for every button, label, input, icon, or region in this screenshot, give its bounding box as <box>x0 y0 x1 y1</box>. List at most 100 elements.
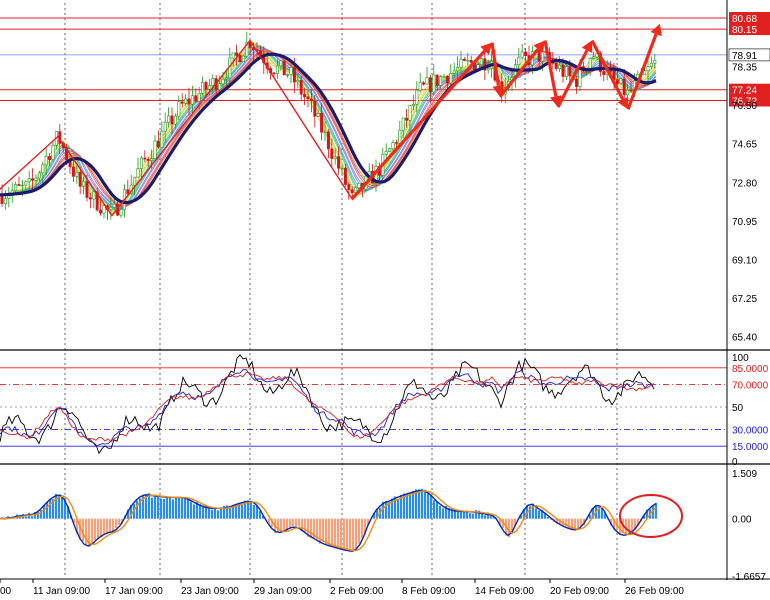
candle-body <box>180 101 184 104</box>
candle-body <box>92 191 96 200</box>
candle-body <box>554 62 558 69</box>
macd-histogram-bar <box>414 489 418 519</box>
chart-window: 80.68 80.15 78.91 78.35 77.24 76.72 76.50 74.65… <box>0 0 770 600</box>
candle-body <box>20 184 24 187</box>
macd-tick-label: 0.00 <box>732 515 752 526</box>
candle-body <box>394 142 398 144</box>
candle-body <box>3 198 7 204</box>
candle-body <box>524 51 528 57</box>
macd-histogram-bar <box>90 518 94 545</box>
macd-histogram-bar <box>207 508 211 519</box>
price-tick-label: 70.95 <box>732 217 757 228</box>
candle-body <box>323 131 327 133</box>
macd-histogram-bar <box>546 517 550 519</box>
candle-body <box>34 177 38 181</box>
macd-histogram-bar <box>537 510 541 519</box>
candle-body <box>177 101 181 117</box>
candle-body <box>275 65 279 74</box>
candle-body <box>306 96 310 100</box>
candle-body <box>75 172 79 177</box>
macd-histogram-bar <box>114 518 118 529</box>
macd-histogram-bar <box>534 508 538 519</box>
candle-body <box>333 156 337 159</box>
candle-body <box>428 77 432 93</box>
macd-histogram-bar <box>45 502 49 519</box>
macd-histogram-bar <box>147 493 151 519</box>
macd-histogram-bar <box>210 509 214 519</box>
candle-body <box>299 80 303 95</box>
candle-body <box>238 55 242 63</box>
candle-body <box>224 77 228 80</box>
candle-body <box>204 82 208 90</box>
macd-histogram-bar <box>48 498 52 519</box>
macd-tick-label: -1.6657 <box>732 572 766 583</box>
macd-histogram-bar <box>24 516 28 519</box>
x-tick-label: 8 Feb 09:00 <box>402 586 456 597</box>
x-tick-label: 17 Jan 09:00 <box>105 586 163 597</box>
macd-histogram-bar <box>411 490 415 519</box>
candle-body <box>462 58 466 61</box>
price-tick-label: 78.35 <box>732 63 757 74</box>
macd-histogram-bar <box>201 505 205 519</box>
macd-histogram-bar <box>93 518 97 540</box>
macd-histogram-bar <box>174 497 178 519</box>
candle-body <box>296 80 300 83</box>
osc-tick-label: 0 <box>732 457 738 468</box>
price-tick-label: 67.25 <box>732 294 757 305</box>
candle-body <box>415 90 419 105</box>
candle-body <box>588 58 592 69</box>
macd-histogram-bar <box>189 501 193 519</box>
candle-body <box>619 78 623 84</box>
macd-histogram-bar <box>213 509 217 519</box>
candle-body <box>401 117 405 131</box>
macd-histogram-bar <box>342 518 346 551</box>
macd-histogram-bar <box>168 497 172 519</box>
macd-histogram-bar <box>249 501 253 519</box>
macd-histogram-bar <box>150 497 154 519</box>
candle-body <box>292 67 296 83</box>
current-price-label: 78.91 <box>732 51 757 62</box>
candle-body <box>85 181 89 198</box>
candle-body <box>17 184 21 186</box>
candle-body <box>309 98 313 102</box>
macd-histogram-bar <box>324 518 328 545</box>
macd-histogram-bar <box>99 518 103 538</box>
candle-body <box>486 68 490 71</box>
candle-body <box>27 178 31 183</box>
macd-histogram-bar <box>105 518 109 533</box>
candle-body <box>408 105 412 121</box>
chart-canvas[interactable]: 80.6880.1578.9178.3577.2476.7276.5074.65… <box>0 0 770 600</box>
macd-histogram-bar <box>165 497 169 519</box>
macd-histogram-bar <box>408 493 412 519</box>
candle-body <box>139 157 143 169</box>
candle-body <box>126 189 130 194</box>
candle-body <box>170 115 174 125</box>
x-tick-label: 00 <box>0 586 12 597</box>
macd-histogram-bar <box>357 518 361 544</box>
macd-histogram-bar <box>336 518 340 547</box>
macd-histogram-bar <box>135 500 139 519</box>
candle-body <box>303 93 307 98</box>
candle-body <box>143 157 147 160</box>
macd-histogram-bar <box>327 518 331 547</box>
candle-body <box>279 60 283 67</box>
macd-histogram-bar <box>384 500 388 519</box>
osc-tick-label: 50 <box>732 403 744 414</box>
candle-body <box>330 148 334 159</box>
x-tick-label: 29 Jan 09:00 <box>254 586 312 597</box>
macd-histogram-bar <box>429 495 433 519</box>
macd-histogram-bar <box>177 497 181 519</box>
candle-body <box>388 148 392 152</box>
candle-body <box>109 207 113 211</box>
x-tick-label: 26 Feb 09:00 <box>625 586 684 597</box>
candle-body <box>626 89 630 96</box>
candle-body <box>422 82 426 85</box>
macd-histogram-bar <box>183 498 187 519</box>
macd-histogram-bar <box>240 503 244 519</box>
candle-body <box>340 167 344 170</box>
candle-body <box>456 67 460 72</box>
candle-body <box>449 73 453 84</box>
candle-body <box>289 67 293 75</box>
macd-histogram-bar <box>468 513 472 519</box>
macd-histogram-bar <box>180 498 184 519</box>
